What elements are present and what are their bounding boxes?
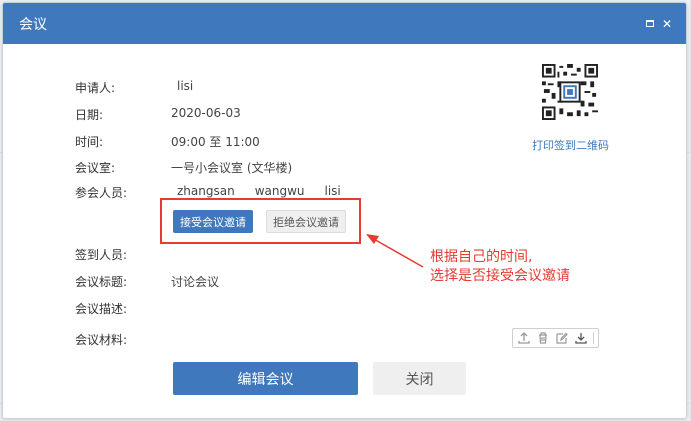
- topic-label: 会议标题:: [75, 275, 128, 289]
- close-button[interactable]: 关闭: [373, 362, 466, 395]
- annotation-text: 根据自己的时间, 选择是否接受会议邀请: [430, 248, 570, 286]
- materials-toolbar: [512, 328, 599, 348]
- topic-value: 讨论会议: [171, 275, 220, 289]
- annotation-line: 根据自己的时间,: [430, 249, 533, 265]
- time-value: 09:00 至 11:00: [171, 135, 260, 149]
- toolbar-divider: [593, 332, 594, 344]
- participant-item: wangwu: [254, 184, 305, 198]
- time-label: 时间:: [75, 135, 104, 149]
- description-label: 会议描述:: [75, 302, 128, 316]
- window-controls: ✕: [645, 18, 672, 30]
- upload-icon[interactable]: [517, 331, 531, 345]
- date-value: 2020-06-03: [171, 106, 241, 120]
- date-label: 日期:: [75, 108, 104, 122]
- materials-label: 会议材料:: [75, 333, 128, 347]
- participants-list: zhangsan wangwu lisi: [177, 184, 341, 198]
- signin-label: 签到人员:: [75, 248, 128, 262]
- trash-icon[interactable]: [536, 331, 550, 345]
- print-qr-link[interactable]: 打印签到二维码: [532, 137, 609, 153]
- dialog-title: 会议: [19, 16, 47, 33]
- applicant-value: lisi: [177, 79, 194, 93]
- applicant-label: 申请人:: [75, 81, 116, 95]
- edit-icon[interactable]: [555, 331, 569, 345]
- reject-invite-button[interactable]: 拒绝会议邀请: [266, 210, 346, 233]
- dialog-titlebar: 会议 ✕: [3, 3, 686, 44]
- room-label: 会议室:: [75, 161, 116, 175]
- download-icon[interactable]: [574, 331, 588, 345]
- edit-meeting-button[interactable]: 编辑会议: [173, 362, 358, 395]
- participants-label: 参会人员:: [75, 186, 128, 200]
- qr-code-icon: [542, 64, 598, 120]
- annotation-line: 选择是否接受会议邀请: [430, 268, 570, 284]
- participant-item: zhangsan: [177, 184, 235, 198]
- participant-item: lisi: [324, 184, 341, 198]
- accept-invite-button[interactable]: 接受会议邀请: [173, 210, 253, 233]
- maximize-icon[interactable]: [645, 20, 654, 27]
- room-value: 一号小会议室 (文华楼): [171, 161, 293, 175]
- close-icon[interactable]: ✕: [662, 18, 672, 30]
